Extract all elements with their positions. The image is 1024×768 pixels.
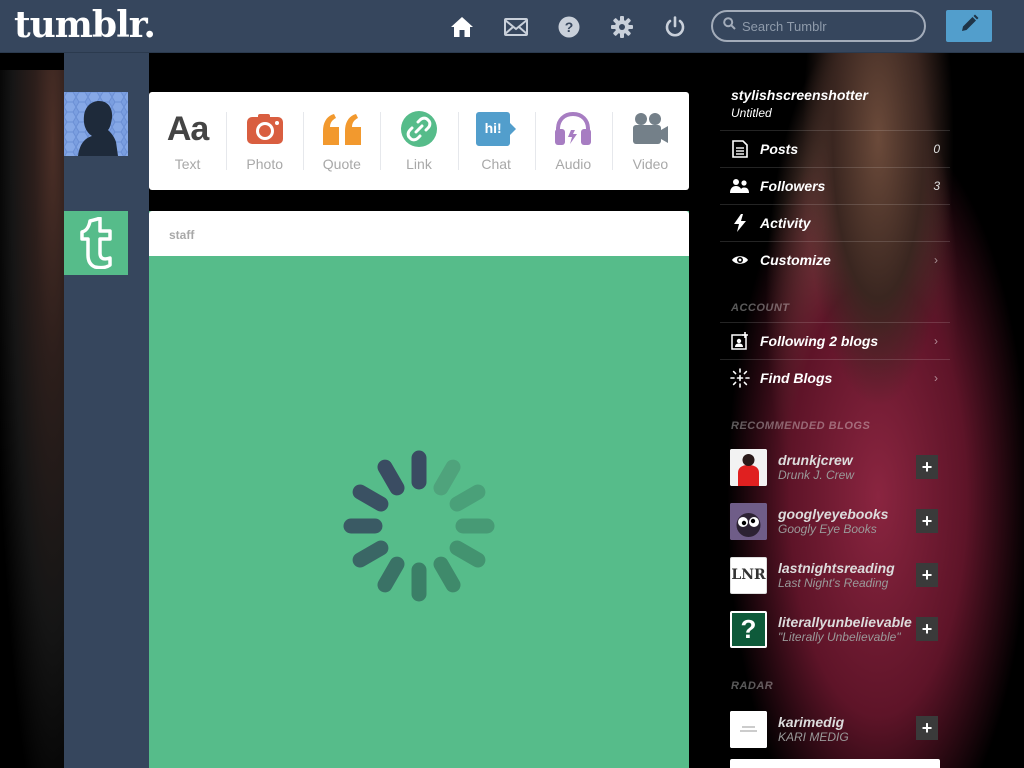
dashboard-post: staff (149, 211, 689, 768)
blog-avatar (730, 710, 767, 748)
blog-avatar: LNR (730, 556, 767, 594)
post-author-name[interactable]: staff (149, 211, 689, 256)
chat-icon: hi! (476, 110, 517, 148)
recommended-blog-item[interactable]: drunkjcrew Drunk J. Crew (730, 443, 940, 491)
blog-name: literallyunbelievable (778, 614, 912, 630)
blog-name: drunkjcrew (778, 452, 853, 468)
posts-count: 0 (933, 142, 940, 156)
follow-button[interactable]: + (916, 563, 938, 587)
chevron-right-icon: › (934, 371, 938, 385)
blog-avatar: ? (730, 610, 767, 648)
blog-name: googlyeyebooks (778, 506, 889, 522)
staff-blog-avatar[interactable] (64, 211, 128, 275)
followers-icon (720, 178, 760, 194)
blog-subtitle: KARI MEDIG (778, 730, 849, 744)
post-type-quote[interactable]: Quote (303, 92, 380, 190)
post-type-label: Quote (322, 156, 361, 172)
blog-avatar (730, 448, 767, 486)
compose-button[interactable] (946, 10, 992, 42)
chevron-right-icon: › (934, 334, 938, 348)
link-icon (400, 110, 437, 148)
post-type-text[interactable]: Aa Text (149, 92, 226, 190)
post-type-label: Link (406, 156, 432, 172)
post-type-bar: Aa Text Photo Quote Link hi! Chat Audio … (149, 92, 689, 190)
post-type-photo[interactable]: Photo (226, 92, 303, 190)
sidebar-item-posts[interactable]: Posts 0 (720, 130, 950, 167)
mail-icon[interactable] (502, 13, 530, 41)
pencil-icon (959, 14, 979, 39)
post-type-chat[interactable]: hi! Chat (457, 92, 535, 190)
top-navigation-bar: tumblr. ? (0, 0, 1024, 53)
power-icon[interactable] (661, 13, 689, 41)
blog-subtitle: Drunk J. Crew (778, 468, 855, 482)
recommended-blog-item[interactable]: googlyeyebooks Googly Eye Books (730, 497, 940, 545)
headphones-icon (554, 110, 592, 148)
sidebar-item-followers[interactable]: Followers 3 (720, 167, 950, 204)
recommended-blog-item[interactable]: LNR lastnightsreading Last Night's Readi… (730, 551, 940, 599)
sidebar-item-activity[interactable]: Activity (720, 204, 950, 241)
blog-name: lastnightsreading (778, 560, 895, 576)
follow-button[interactable]: + (916, 509, 938, 533)
blog-subtitle: Googly Eye Books (778, 522, 877, 536)
dashboard-left-column (64, 53, 149, 768)
blog-subtitle: Last Night's Reading (778, 576, 889, 590)
follow-button[interactable]: + (916, 716, 938, 740)
followers-count: 3 (933, 179, 940, 193)
follow-button[interactable]: + (916, 455, 938, 479)
sidebar-item-following[interactable]: Following 2 blogs › (720, 322, 950, 359)
right-sidebar: stylishscreenshotter Untitled Posts 0 Fo… (720, 53, 950, 768)
svg-text:?: ? (565, 19, 574, 35)
recommended-blogs-heading: RECOMMENDED BLOGS (731, 420, 871, 432)
background-figure-left (0, 70, 66, 768)
search-input[interactable] (742, 18, 912, 34)
eye-icon (720, 254, 760, 266)
account-heading: ACCOUNT (731, 302, 790, 314)
blog-name: karimedig (778, 714, 845, 730)
post-type-video[interactable]: Video (611, 92, 689, 190)
blog-title: Untitled (731, 106, 772, 120)
radar-post-preview[interactable] (730, 759, 940, 768)
text-icon: Aa (166, 109, 209, 148)
post-type-audio[interactable]: Audio (534, 92, 612, 190)
lightning-icon (720, 214, 760, 232)
chevron-right-icon: › (934, 253, 938, 267)
posts-icon (720, 140, 760, 158)
camera-icon (246, 110, 284, 148)
post-type-label: Video (632, 156, 669, 172)
find-blogs-icon (720, 368, 760, 388)
recommended-blog-item[interactable]: ? literallyunbelievable "Literally Unbel… (730, 605, 940, 653)
blog-name[interactable]: stylishscreenshotter (731, 87, 868, 103)
follow-button[interactable]: + (916, 617, 938, 641)
user-avatar[interactable] (64, 92, 128, 156)
tumblr-logo[interactable]: tumblr. (14, 4, 156, 46)
home-icon[interactable] (448, 13, 476, 41)
quote-icon (321, 110, 363, 148)
gear-icon[interactable] (608, 13, 636, 41)
loading-spinner-icon (329, 436, 509, 621)
post-type-link[interactable]: Link (380, 92, 457, 190)
post-type-label: Chat (481, 156, 511, 172)
following-icon (720, 332, 760, 350)
post-type-label: Text (174, 156, 201, 172)
video-camera-icon (631, 110, 669, 148)
radar-blog-item[interactable]: karimedig KARI MEDIG (730, 705, 940, 753)
search-icon (723, 17, 736, 35)
blog-subtitle: "Literally Unbelievable" (778, 630, 901, 644)
post-type-label: Audio (555, 156, 592, 172)
search-field[interactable] (711, 10, 926, 42)
post-type-label: Photo (246, 156, 283, 172)
help-icon[interactable]: ? (555, 13, 583, 41)
blog-avatar (730, 502, 767, 540)
sidebar-item-find-blogs[interactable]: Find Blogs › (720, 359, 950, 396)
sidebar-item-customize[interactable]: Customize › (720, 241, 950, 278)
radar-heading: RADAR (731, 680, 774, 692)
